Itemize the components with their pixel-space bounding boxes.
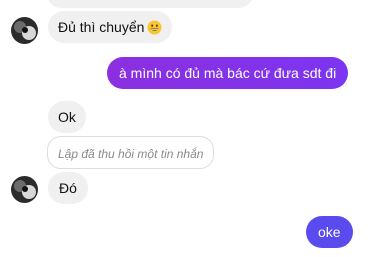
grinning-emoji-icon: [147, 20, 162, 39]
incoming-message-bubble[interactable]: Đủ thì chuyển: [48, 11, 173, 43]
outgoing-message-bubble[interactable]: oke: [306, 216, 353, 248]
message-text: Ok: [58, 109, 76, 125]
message-text: Đó: [59, 180, 77, 196]
message-text: oke: [318, 224, 341, 240]
contact-avatar[interactable]: [11, 17, 38, 44]
recalled-message-text: Lập đã thu hồi một tin nhắn: [58, 147, 204, 161]
outgoing-message-bubble[interactable]: à mình có đủ mà bác cứ đưa sdt đi: [107, 57, 349, 89]
incoming-message-bubble[interactable]: Đó: [48, 172, 88, 204]
message-text: à mình có đủ mà bác cứ đưa sdt đi: [119, 65, 337, 81]
cropped-message-bubble: [47, 0, 253, 8]
message-text: Đủ thì chuyển: [58, 19, 145, 35]
avatar-photo-icon: [11, 176, 38, 203]
avatar-photo-icon: [11, 17, 38, 44]
recalled-message-notice: Lập đã thu hồi một tin nhắn: [47, 136, 215, 169]
incoming-message-bubble[interactable]: Ok: [48, 101, 86, 133]
contact-avatar[interactable]: [11, 176, 38, 203]
